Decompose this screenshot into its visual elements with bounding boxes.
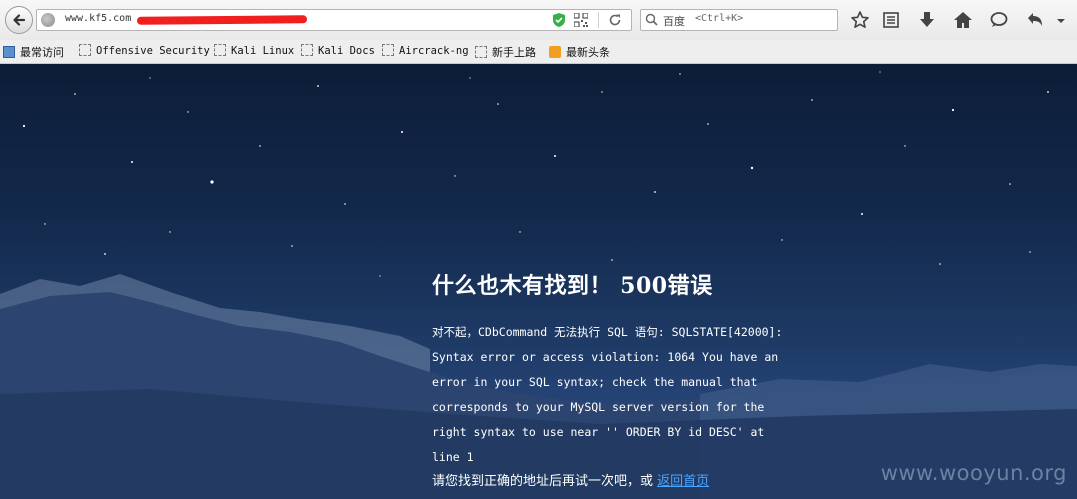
bookmark-star-icon[interactable] [850, 10, 870, 30]
rss-icon [549, 46, 561, 58]
error-title: 什么也木有找到！ 500错误 [432, 273, 713, 299]
error-box: 什么也木有找到！ 500错误 对不起，CDbCommand 无法执行 SQL 语… [432, 269, 792, 493]
bookmark-label: 新手上路 [492, 46, 536, 59]
url-text: www.kf5.com [65, 13, 132, 24]
bookmark-placeholder-icon [475, 46, 487, 58]
bookmark-label: 最新头条 [566, 46, 610, 59]
error-page: 什么也木有找到！ 500错误 对不起，CDbCommand 无法执行 SQL 语… [0, 64, 1077, 499]
chat-icon[interactable] [989, 10, 1009, 30]
downloads-icon[interactable] [917, 10, 937, 30]
bookmark-label: 最常访问 [20, 46, 64, 59]
browser-toolbar: www.kf5.com 百度 <Ctrl+K> [0, 0, 1077, 40]
menu-chevron-icon[interactable] [1054, 10, 1068, 30]
bookmark-label: Kali Linux [231, 45, 295, 57]
back-arrow-icon [13, 14, 26, 26]
security-shield-icon[interactable] [552, 12, 566, 28]
undo-icon[interactable] [1025, 10, 1045, 30]
bookmarks-bar: 最常访问 Offensive Security Kali Linux Kali … [0, 40, 1077, 64]
bookmark-label: Offensive Security [96, 45, 210, 57]
bookmark-kali-linux[interactable]: Kali Linux [214, 44, 294, 60]
stars [22, 71, 1049, 277]
retry-line: 请您找到正确的地址后再试一次吧，或 返回首页 [432, 471, 792, 493]
search-icon [645, 13, 658, 26]
bookmark-placeholder-icon [79, 44, 91, 56]
error-message: 对不起，CDbCommand 无法执行 SQL 语句: SQLSTATE[420… [432, 325, 783, 464]
bookmark-getting-started[interactable]: 新手上路 [475, 44, 536, 60]
url-redaction [136, 15, 308, 25]
home-icon[interactable] [953, 10, 973, 30]
bookmark-kali-docs[interactable]: Kali Docs [301, 44, 375, 60]
bookmark-label: Aircrack-ng [399, 45, 469, 57]
bookmark-placeholder-icon [301, 44, 313, 56]
bookmark-placeholder-icon [214, 44, 226, 56]
address-bar[interactable]: www.kf5.com [36, 9, 632, 31]
qr-code-icon[interactable] [574, 13, 588, 27]
globe-icon [41, 13, 55, 27]
retry-text: 请您找到正确的地址后再试一次吧，或 [432, 474, 654, 489]
bookmark-label: Kali Docs [318, 45, 375, 57]
back-button[interactable] [5, 6, 33, 34]
reading-list-icon[interactable] [881, 10, 901, 30]
search-engine-label: 百度 [663, 15, 685, 28]
most-visited-icon [3, 46, 15, 58]
urlbar-divider [598, 12, 599, 28]
watermark: www.wooyun.org [880, 461, 1067, 485]
bookmark-latest-headlines[interactable]: 最新头条 [549, 44, 610, 60]
bookmark-aircrack-ng[interactable]: Aircrack-ng [382, 44, 469, 60]
home-link[interactable]: 返回首页 [657, 474, 709, 489]
search-bar[interactable]: 百度 <Ctrl+K> [640, 9, 838, 31]
bookmark-placeholder-icon [382, 44, 394, 56]
reload-icon[interactable] [607, 12, 623, 28]
bookmark-offensive-security[interactable]: Offensive Security [79, 44, 210, 60]
bookmark-most-visited[interactable]: 最常访问 [3, 44, 64, 60]
search-placeholder: <Ctrl+K> [695, 13, 744, 24]
